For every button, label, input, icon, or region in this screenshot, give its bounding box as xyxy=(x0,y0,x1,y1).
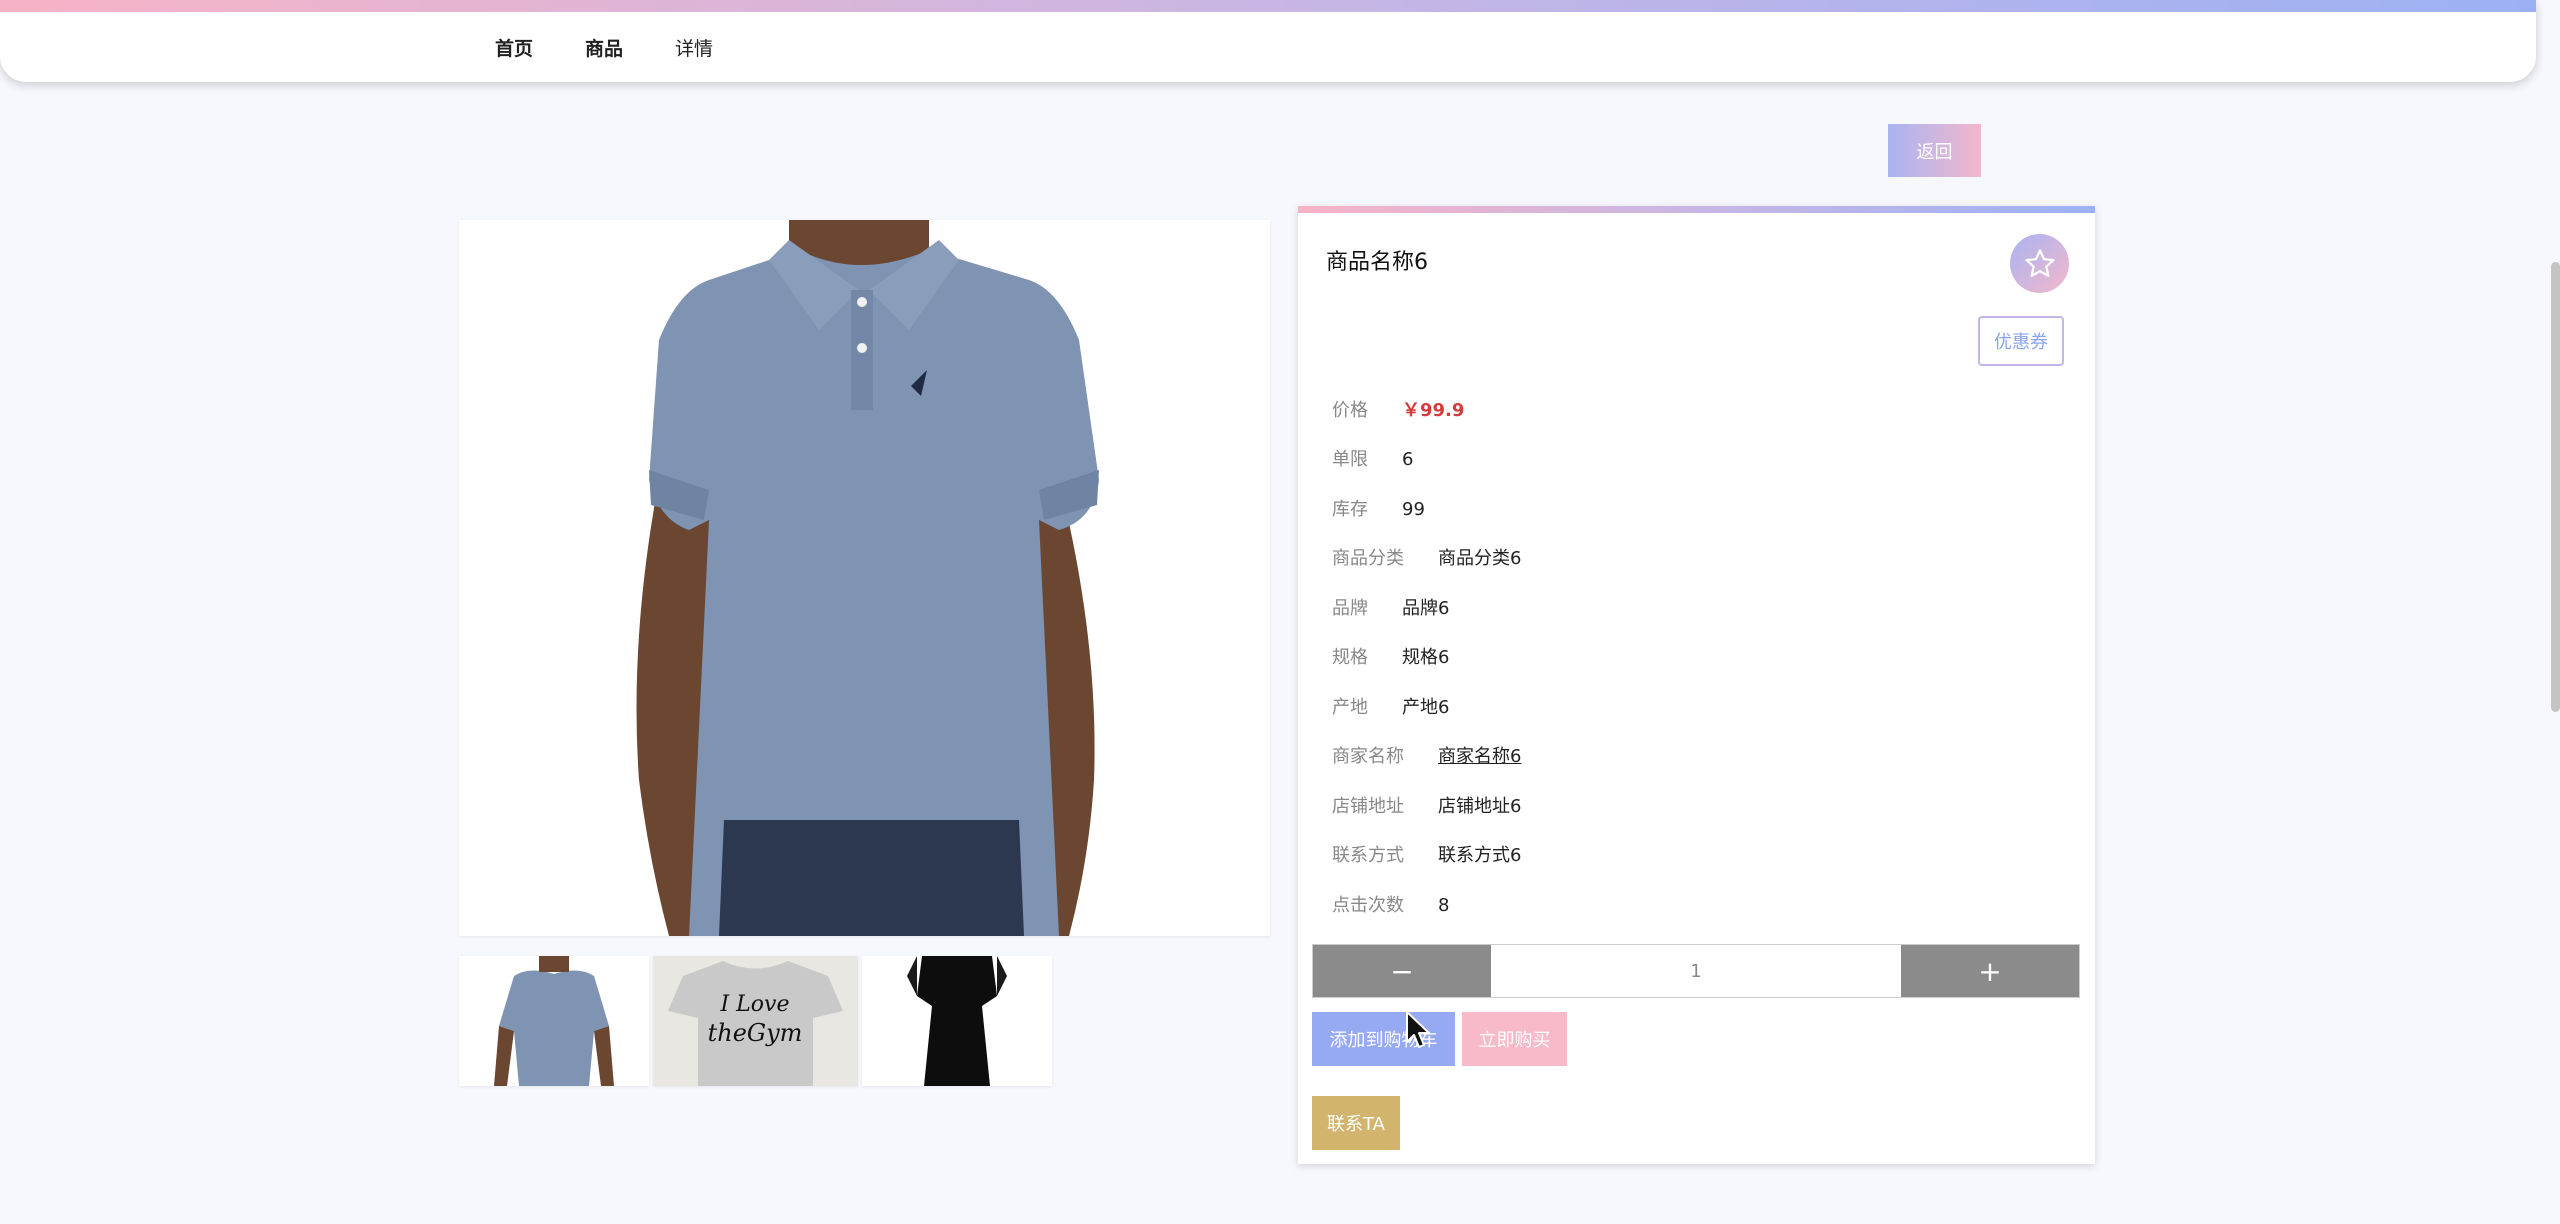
attr-label: 店铺地址 xyxy=(1332,796,1404,817)
attr-label: 库存 xyxy=(1332,499,1368,520)
add-to-cart-button[interactable]: 添加到购物车 xyxy=(1312,1012,1455,1066)
page-scrollbar[interactable] xyxy=(2551,262,2560,712)
merchant-link[interactable]: 商家名称6 xyxy=(1438,746,1521,767)
attr-label: 品牌 xyxy=(1332,598,1368,619)
attr-row-clicks: 点击次数 8 xyxy=(1332,891,1449,917)
nav-home[interactable]: 首页 xyxy=(495,34,533,61)
thumbnail-3[interactable] xyxy=(862,956,1052,1086)
increment-button[interactable]: + xyxy=(1901,945,2079,997)
attr-label: 商家名称 xyxy=(1332,746,1404,767)
polo-shirt-illustration xyxy=(636,220,1099,936)
card-gradient-strip xyxy=(1298,206,2095,213)
attr-row-address: 店铺地址 店铺地址6 xyxy=(1332,792,1521,818)
attr-value: 99 xyxy=(1402,499,1425,520)
attr-value: 联系方式6 xyxy=(1438,845,1522,866)
main-nav: 首页 商品 详情 xyxy=(495,34,713,61)
attr-row-stock: 库存 99 xyxy=(1332,495,1425,521)
attr-value: 商品分类6 xyxy=(1438,548,1522,569)
buy-now-button[interactable]: 立即购买 xyxy=(1462,1012,1567,1066)
attr-label: 单限 xyxy=(1332,449,1368,470)
attr-label: 联系方式 xyxy=(1332,845,1404,866)
contact-seller-button[interactable]: 联系TA xyxy=(1312,1096,1400,1150)
attr-value: 8 xyxy=(1438,895,1450,916)
attr-row-limit: 单限 6 xyxy=(1332,445,1413,471)
attr-row-brand: 品牌 品牌6 xyxy=(1332,594,1449,620)
quantity-stepper: − + xyxy=(1312,944,2080,998)
star-icon xyxy=(2024,248,2055,277)
attr-label: 规格 xyxy=(1332,647,1368,668)
attr-label: 产地 xyxy=(1332,697,1368,718)
attr-value: 店铺地址6 xyxy=(1438,796,1522,817)
attr-value: 品牌6 xyxy=(1402,598,1450,619)
price-value: ￥99.9 xyxy=(1402,400,1465,421)
coupon-button[interactable]: 优惠券 xyxy=(1978,316,2064,366)
decrement-button[interactable]: − xyxy=(1313,945,1491,997)
back-button[interactable]: 返回 xyxy=(1888,124,1981,177)
attr-value: 产地6 xyxy=(1402,697,1450,718)
product-main-image xyxy=(459,220,1270,936)
top-navigation-bar: 首页 商品 详情 xyxy=(0,0,2536,82)
attr-row-origin: 产地 产地6 xyxy=(1332,693,1449,719)
product-title: 商品名称6 xyxy=(1326,250,1428,275)
attr-label: 点击次数 xyxy=(1332,895,1404,916)
attr-row-contact: 联系方式 联系方式6 xyxy=(1332,841,1521,867)
quantity-input[interactable] xyxy=(1491,945,1901,997)
thumbnail-1[interactable] xyxy=(459,956,649,1086)
nav-products[interactable]: 商品 xyxy=(585,34,623,61)
thumbnail-gym-tshirt-image: I Love theGym xyxy=(653,956,858,1086)
svg-text:I Love: I Love xyxy=(720,992,790,1017)
mouse-cursor-icon xyxy=(1406,1011,1430,1048)
attr-value: 规格6 xyxy=(1402,647,1450,668)
attr-row-spec: 规格 规格6 xyxy=(1332,643,1449,669)
svg-text:theGym: theGym xyxy=(708,1019,803,1047)
favorite-button[interactable] xyxy=(2010,234,2069,293)
attr-value: 6 xyxy=(1402,449,1414,470)
thumbnail-2[interactable]: I Love theGym xyxy=(653,956,858,1086)
nav-detail[interactable]: 详情 xyxy=(675,34,713,61)
attr-row-category: 商品分类 商品分类6 xyxy=(1332,544,1521,570)
attr-row-price: 价格 ￥99.9 xyxy=(1332,396,1464,422)
thumbnail-polo-image xyxy=(459,956,649,1086)
thumbnail-strip: I Love theGym xyxy=(459,956,1052,1086)
top-gradient-strip xyxy=(0,0,2536,12)
thumbnail-black-dress-image xyxy=(862,956,1052,1086)
attr-label: 价格 xyxy=(1332,400,1368,421)
attr-label: 商品分类 xyxy=(1332,548,1404,569)
attr-row-merchant: 商家名称 商家名称6 xyxy=(1332,742,1521,768)
